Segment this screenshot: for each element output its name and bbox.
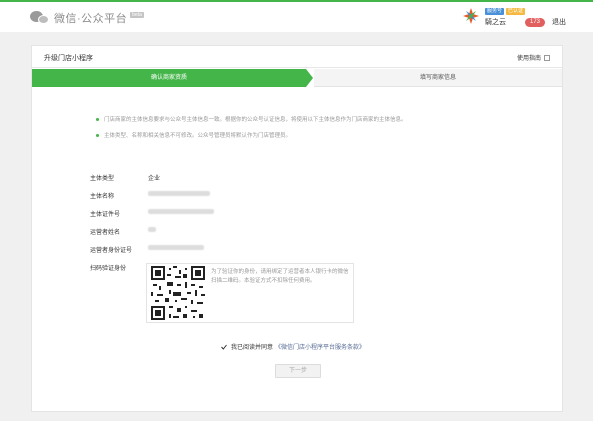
agree-checkbox[interactable] [221, 344, 227, 350]
next-step-button[interactable]: 下一步 [275, 364, 321, 378]
card-header: 升级门店小程序 使用指南 [32, 46, 562, 68]
guide-label: 使用指南 [516, 56, 541, 62]
agreement: 我已阅读并同意 《微信门店小程序平台服务条款》 [221, 342, 365, 351]
avatar[interactable] [463, 8, 479, 24]
step-1: 确认商家资质 [32, 69, 306, 87]
wechat-logo-icon [30, 11, 50, 25]
top-bar: 微信·公众平台 beta 服务号 已认证 騎之云 173 退出 [0, 0, 593, 32]
user-account[interactable]: 服务号 已认证 騎之云 [463, 8, 526, 27]
guide-link[interactable]: 使用指南 [517, 53, 550, 62]
bullet-icon [96, 117, 99, 121]
operator-name-value [148, 227, 156, 234]
beta-badge: beta [130, 12, 144, 18]
agree-label: 我已阅读并同意 [231, 345, 274, 351]
subject-type-value: 企业 [148, 176, 161, 182]
checkmark-icon [221, 344, 227, 350]
operator-id-value [148, 245, 204, 252]
subject-id-value [148, 209, 214, 216]
qr-verify-box: 为了验证你的身份，请用绑定了运营者本人银行卡的微信扫描二维码。本验证方式不扣除任… [146, 263, 354, 323]
step-progress: 确认商家资质 填写商家信息 [32, 69, 562, 87]
tip-item: 主体类型、名称和相关信息不可修改。公众号管理员将默认作为门店管理员。 [96, 131, 407, 139]
message-count-badge[interactable]: 173 [525, 18, 546, 27]
username[interactable]: 騎之云 [485, 17, 525, 27]
notice-tips: 门店商家的主体信息要求与公众号主体信息一致。根据你的公众号认证信息，将使用以下主… [96, 115, 407, 147]
tip-item: 门店商家的主体信息要求与公众号主体信息一致。根据你的公众号认证信息，将使用以下主… [96, 115, 407, 123]
terms-link[interactable]: 《微信门店小程序平台服务条款》 [275, 342, 365, 351]
verified-badge: 已认证 [506, 8, 526, 15]
qr-code[interactable] [151, 266, 205, 320]
step-arrow [306, 69, 313, 87]
page-title: 升级门店小程序 [44, 55, 93, 62]
bullet-icon [96, 133, 99, 137]
upgrade-card: 升级门店小程序 使用指南 确认商家资质 填写商家信息 门店商家的主体信息要求与公… [31, 45, 563, 412]
qr-instruction: 为了验证你的身份，请用绑定了运营者本人银行卡的微信扫描二维码。本验证方式不扣除任… [211, 269, 349, 284]
logo-text: 微信·公众平台 [54, 13, 128, 25]
account-type-badge: 服务号 [485, 8, 505, 15]
document-icon [544, 54, 550, 61]
step-2: 填写商家信息 [314, 69, 562, 87]
subject-name-value [148, 191, 210, 198]
logo[interactable]: 微信·公众平台 beta [30, 10, 144, 26]
logout-link[interactable]: 退出 [552, 17, 566, 27]
